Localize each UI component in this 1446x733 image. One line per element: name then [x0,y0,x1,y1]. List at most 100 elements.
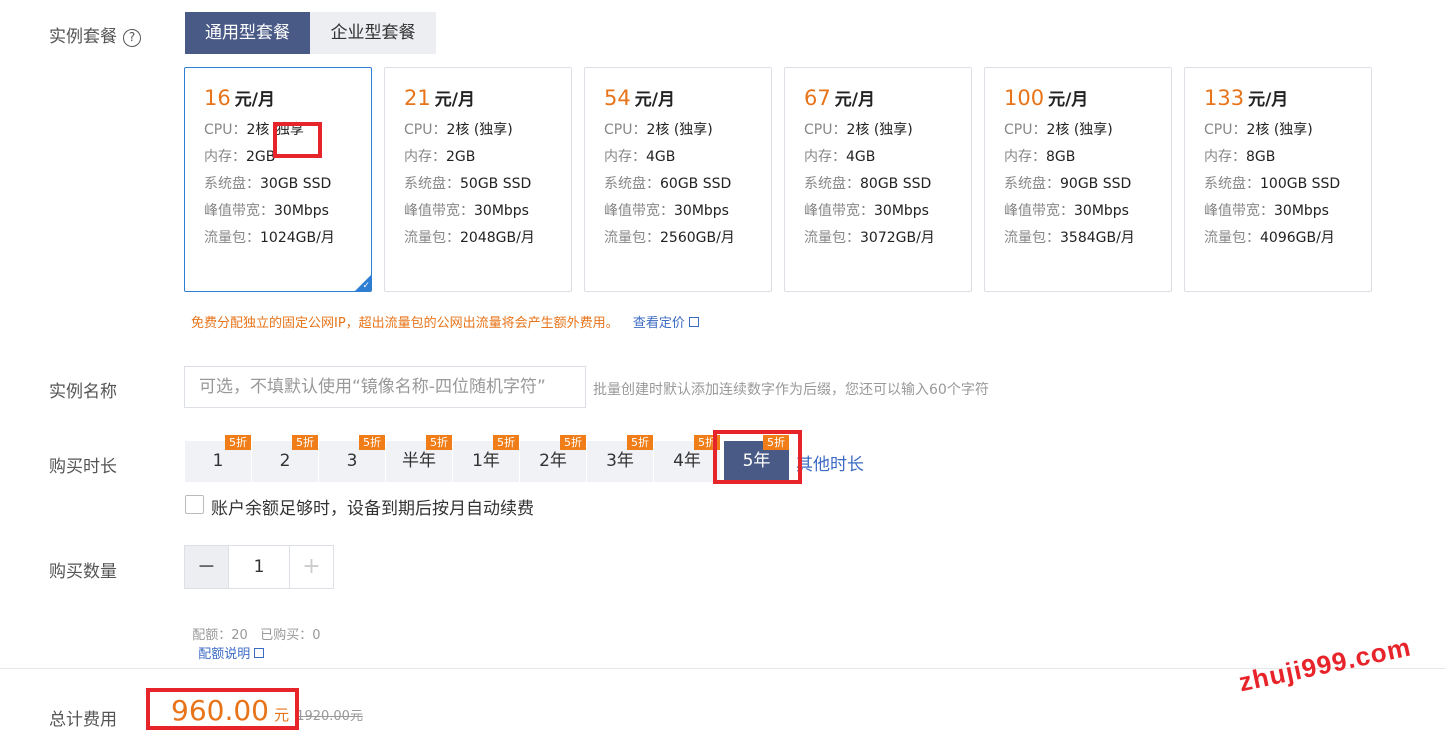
other-duration-link[interactable]: 其他时长 [796,450,864,475]
plan-spec-bw: 峰值带宽：30Mbps [404,202,571,220]
plan-price: 16 元/月 [204,84,371,112]
duration-option-label: 1年 [472,451,500,471]
quantity-plus-button[interactable]: + [289,545,334,589]
plan-price: 21 元/月 [404,84,571,112]
plan-price-unit: 元/月 [834,90,875,110]
auto-renew-checkbox[interactable] [185,495,204,514]
plan-card[interactable]: 21 元/月 CPU：2核 (独享) 内存：2GB 系统盘：50GB SSD 峰值带宽：3… [384,67,572,292]
plan-spec-bw: 峰值带宽：30Mbps [204,202,371,220]
plan-card[interactable]: 16 元/月 CPU：2核 独享 内存：2GB 系统盘：30GB SSD 峰值带宽：30M… [184,67,372,292]
plan-spec-mem: 内存：2GB [404,148,571,166]
plan-spec-value: 30Mbps [474,203,529,219]
watermark: zhuji999.com [1236,631,1414,698]
tab-enterprise-plan[interactable]: 企业型套餐 [310,12,436,54]
plan-spec-key: 峰值带宽： [404,203,474,219]
plan-price-value: 133 [1204,86,1245,110]
duration-option[interactable]: 1年 5折 [453,435,520,482]
plan-spec-disk: 系统盘：30GB SSD [204,175,371,193]
plan-spec-key: CPU： [204,122,247,138]
duration-option[interactable]: 3 5折 [319,435,386,482]
duration-option[interactable]: 1 5折 [185,435,252,482]
plan-spec-value: 4096GB/月 [1260,230,1335,246]
plan-spec-key: 峰值带宽： [204,203,274,219]
duration-option[interactable]: 3年 5折 [587,435,654,482]
duration-option[interactable]: 半年 5折 [386,435,453,482]
plan-spec-key: CPU： [404,122,447,138]
plan-card[interactable]: 100 元/月 CPU：2核 (独享) 内存：8GB 系统盘：90GB SSD 峰值带宽：… [984,67,1172,292]
pricing-link-text[interactable]: 查看定价 [633,316,685,331]
plan-spec-key: 流量包： [1004,230,1060,246]
plan-spec-value: 90GB SSD [1060,176,1132,192]
plan-spec-key: 峰值带宽： [1204,203,1274,219]
plan-spec-value: 2GB [246,149,276,165]
plan-price-value: 67 [804,86,831,110]
plan-spec-key: 内存： [204,149,246,165]
plan-spec-key: 系统盘： [1004,176,1060,192]
plan-spec-key: 系统盘： [204,176,260,192]
plan-spec-key: 内存： [1004,149,1046,165]
instance-name-input[interactable]: 可选，不填默认使用“镜像名称-四位随机字符” [184,366,586,408]
plan-spec-value: 30Mbps [874,203,929,219]
plan-spec-bw: 峰值带宽：30Mbps [804,202,971,220]
quantity-label: 购买数量 [49,562,117,582]
plan-spec-traffic: 流量包：4096GB/月 [1204,229,1371,247]
duration-option[interactable]: 4年 5折 [654,435,721,482]
plan-spec-cpu: CPU：2核 (独享) [604,121,771,139]
instance-plan-label: 实例套餐? [49,22,141,47]
plan-spec-traffic: 流量包：1024GB/月 [204,229,371,247]
plan-spec-value: 1024GB/月 [260,230,335,246]
help-icon[interactable]: ? [123,29,141,47]
plan-card[interactable]: 67 元/月 CPU：2核 (独享) 内存：4GB 系统盘：80GB SSD 峰值带宽：3… [784,67,972,292]
plan-price-value: 100 [1004,86,1045,110]
pricing-link[interactable]: 查看定价 [633,316,699,331]
plan-spec-disk: 系统盘：50GB SSD [404,175,571,193]
duration-option-label: 4年 [673,451,701,471]
plan-spec-key: 流量包： [604,230,660,246]
plan-spec-key: 峰值带宽： [1004,203,1074,219]
plan-spec-value: 30GB SSD [260,176,332,192]
quota-link[interactable]: 配额说明 [198,647,265,662]
duration-option[interactable]: 2年 5折 [520,435,587,482]
quota-info: 配额：20 已购买：0 配额说明 [184,609,320,662]
discount-badge: 5折 [560,435,586,450]
plan-spec-value: 30Mbps [1074,203,1129,219]
plan-spec-key: 流量包： [204,230,260,246]
instance-name-label: 实例名称 [49,382,117,402]
plan-price-value: 16 [204,86,231,110]
tab-general-plan[interactable]: 通用型套餐 [185,12,310,54]
plan-price: 67 元/月 [804,84,971,112]
plan-spec-mem: 内存：4GB [604,148,771,166]
plan-note-text: 免费分配独立的固定公网IP，超出流量包的公网出流量将会产生额外费用。 [191,316,619,331]
plan-spec-value: 3072GB/月 [860,230,935,246]
external-link-icon [688,317,699,327]
plan-price-value: 54 [604,86,631,110]
plan-spec-value: 2核 (独享) [1246,122,1313,138]
plan-card[interactable]: 133 元/月 CPU：2核 (独享) 内存：8GB 系统盘：100GB SSD 峰值带宽… [1184,67,1372,292]
duration-option-label: 1 [212,451,224,471]
quantity-minus-button[interactable]: − [184,545,229,589]
discount-badge: 5折 [493,435,519,450]
quantity-input[interactable]: 1 [228,545,290,589]
cpu-highlight-box [273,122,322,158]
plan-spec-value: 30Mbps [274,203,329,219]
plan-spec-bw: 峰值带宽：30Mbps [1204,202,1371,220]
duration-option-label: 2年 [539,451,567,471]
divider [0,668,1446,669]
plan-spec-bw: 峰值带宽：30Mbps [1004,202,1171,220]
plan-note: 免费分配独立的固定公网IP，超出流量包的公网出流量将会产生额外费用。 查看定价 [191,312,699,331]
plan-spec-key: 流量包： [804,230,860,246]
discount-badge: 5折 [225,435,251,450]
plan-spec-mem: 内存：8GB [1004,148,1171,166]
duration-label: 购买时长 [49,457,117,477]
duration-option-label: 3年 [606,451,634,471]
discount-badge: 5折 [359,435,385,450]
plan-spec-key: 系统盘： [404,176,460,192]
plan-price: 54 元/月 [604,84,771,112]
duration-option[interactable]: 2 5折 [252,435,319,482]
auto-renew-label: 账户余额足够时，设备到期后按月自动续费 [211,499,534,519]
plan-price-unit: 元/月 [234,90,275,110]
plan-spec-value: 50GB SSD [460,176,532,192]
quota-link-text[interactable]: 配额说明 [198,647,250,662]
plan-card[interactable]: 54 元/月 CPU：2核 (独享) 内存：4GB 系统盘：60GB SSD 峰值带宽：3… [584,67,772,292]
plan-spec-value: 4GB [646,149,676,165]
